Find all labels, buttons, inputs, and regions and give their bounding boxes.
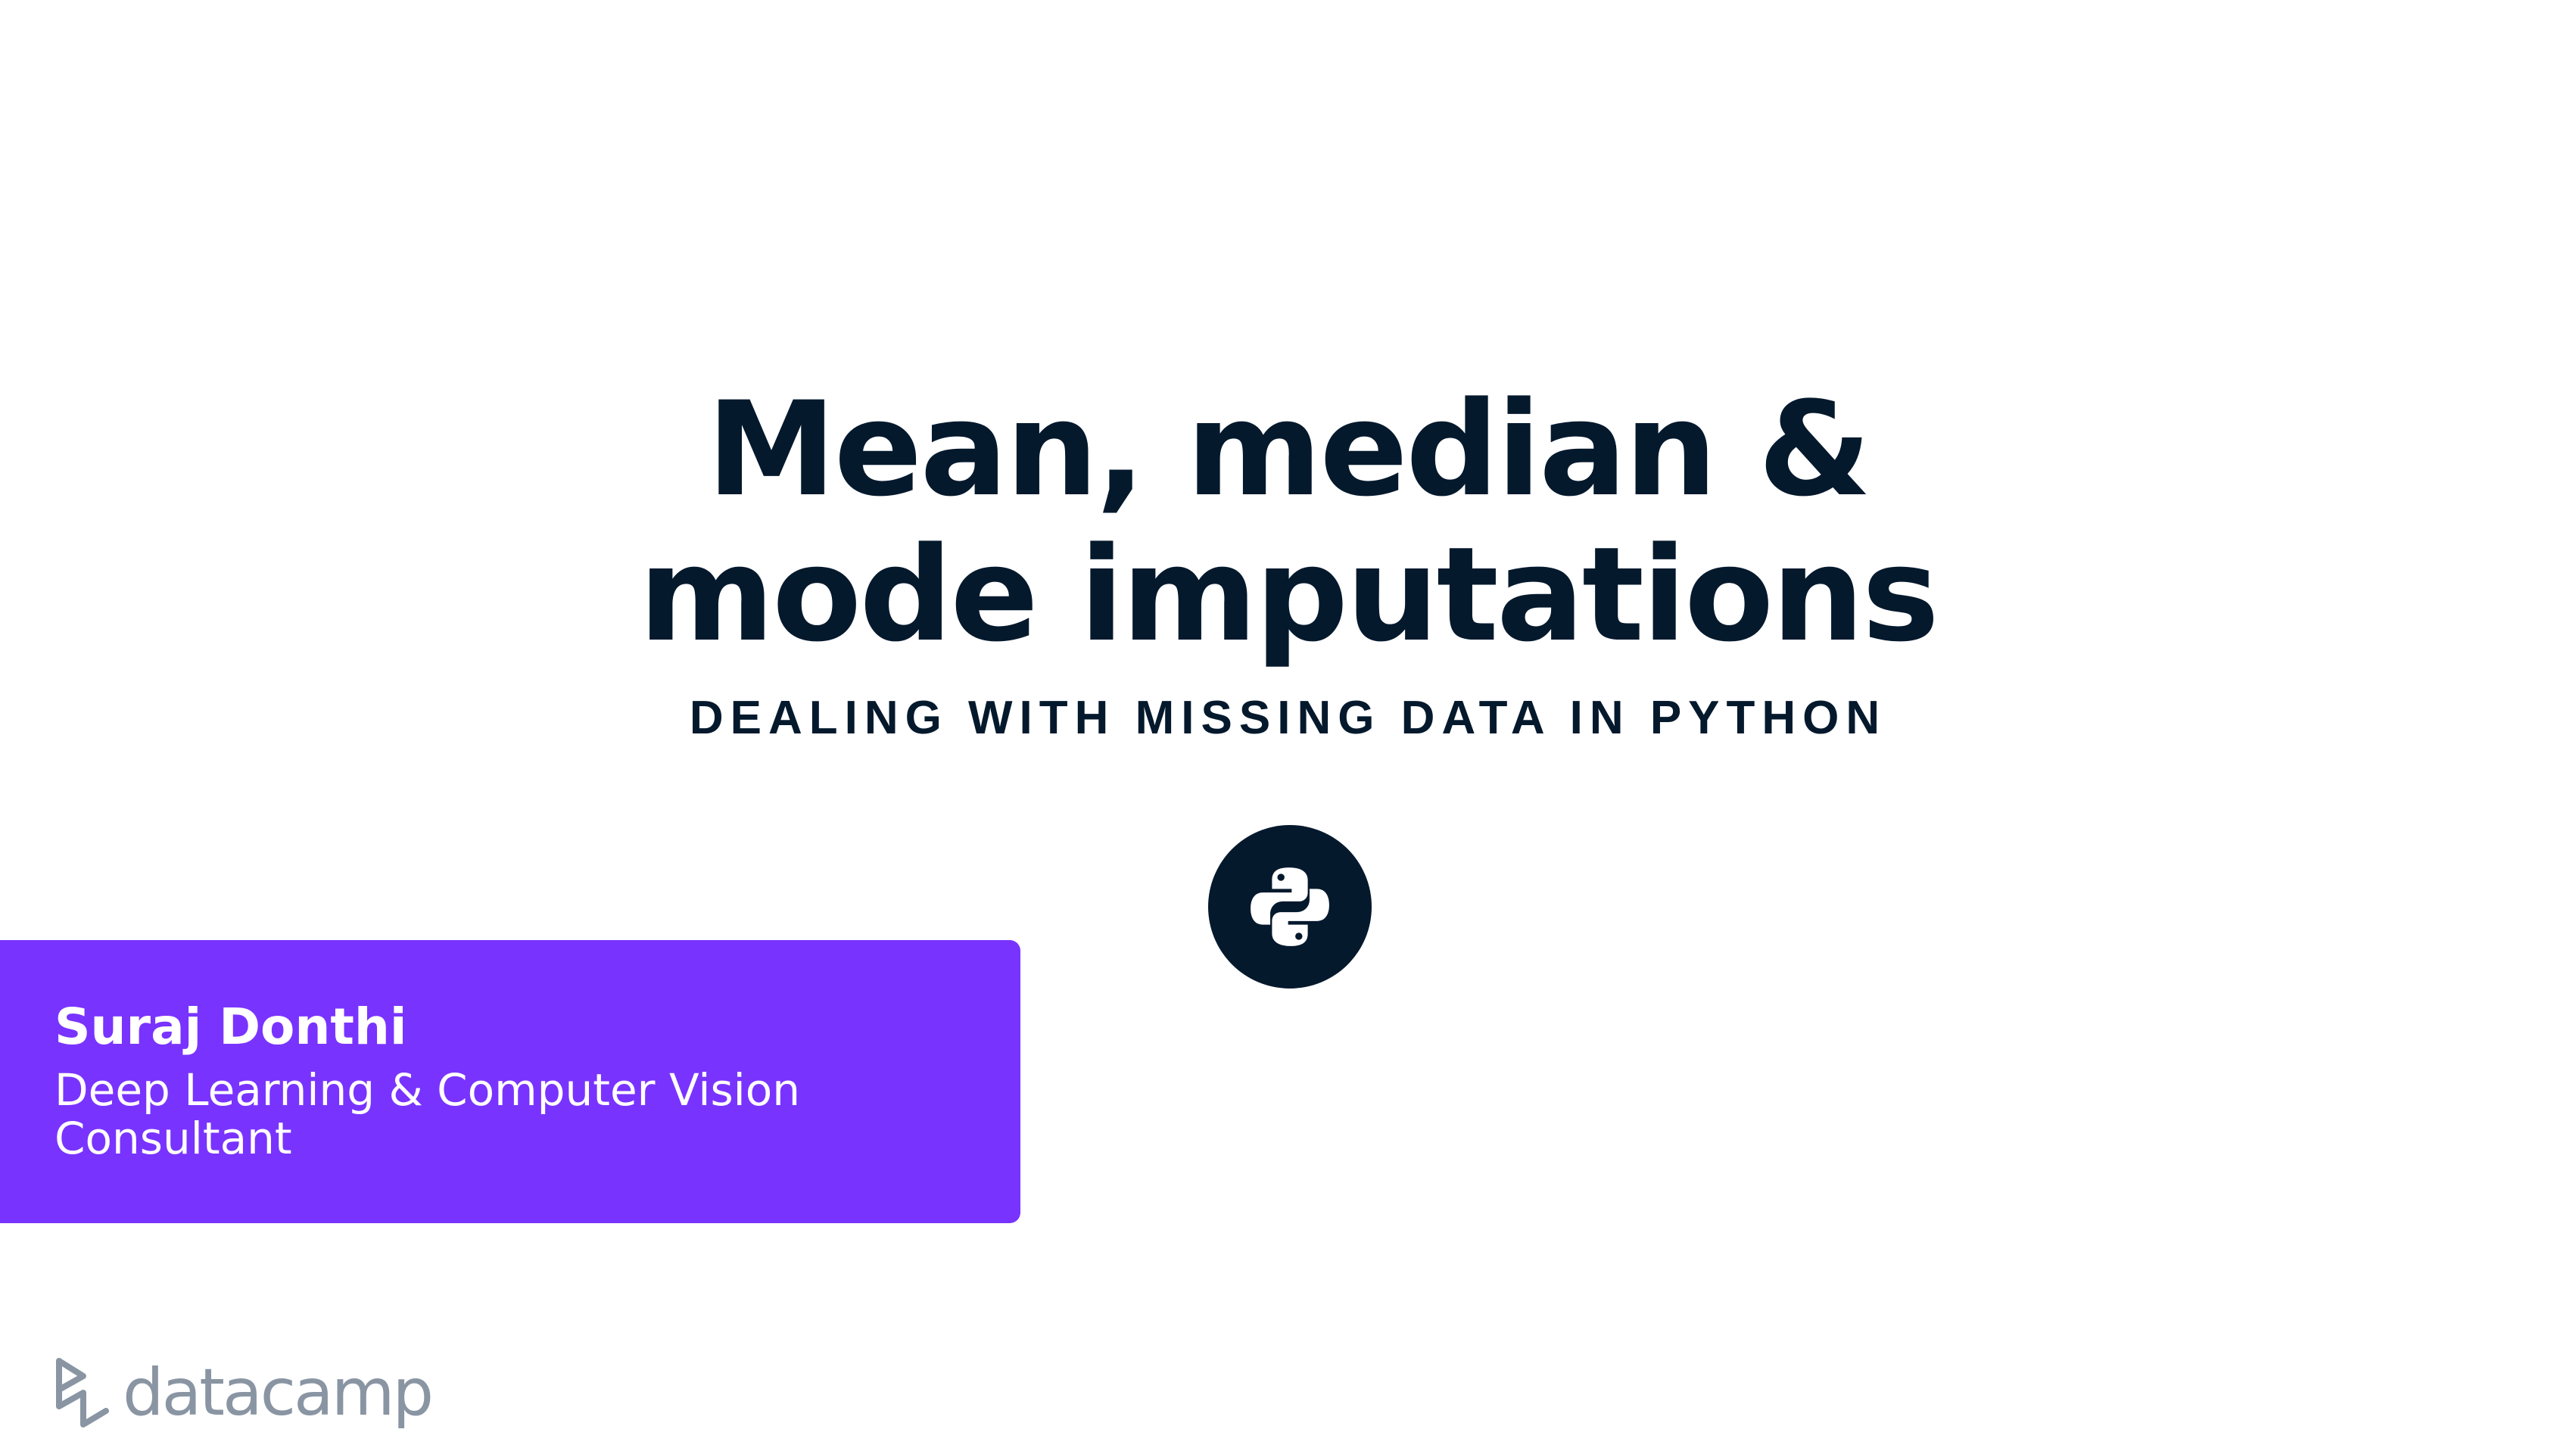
python-logo-icon (1251, 867, 1329, 946)
datacamp-wordmark: datacamp (123, 1355, 434, 1431)
instructor-name: Suraj Donthi (55, 998, 407, 1056)
slide-title: Mean, median & mode imputations (0, 377, 2576, 668)
datacamp-logo-icon (56, 1358, 109, 1428)
datacamp-brand: datacamp (53, 1355, 434, 1431)
python-badge (1208, 825, 1372, 989)
instructor-card: Suraj Donthi Deep Learning & Computer Vi… (0, 940, 1020, 1223)
slide-title-line-1: Mean, median & (706, 373, 1872, 525)
instructor-role: Deep Learning & Computer Vision Consulta… (55, 1064, 801, 1164)
slide-title-line-2: mode imputations (638, 518, 1939, 671)
course-title: DEALING WITH MISSING DATA IN PYTHON (689, 692, 1887, 744)
slide: Mean, median & mode imputations DEALING … (0, 0, 2576, 1451)
